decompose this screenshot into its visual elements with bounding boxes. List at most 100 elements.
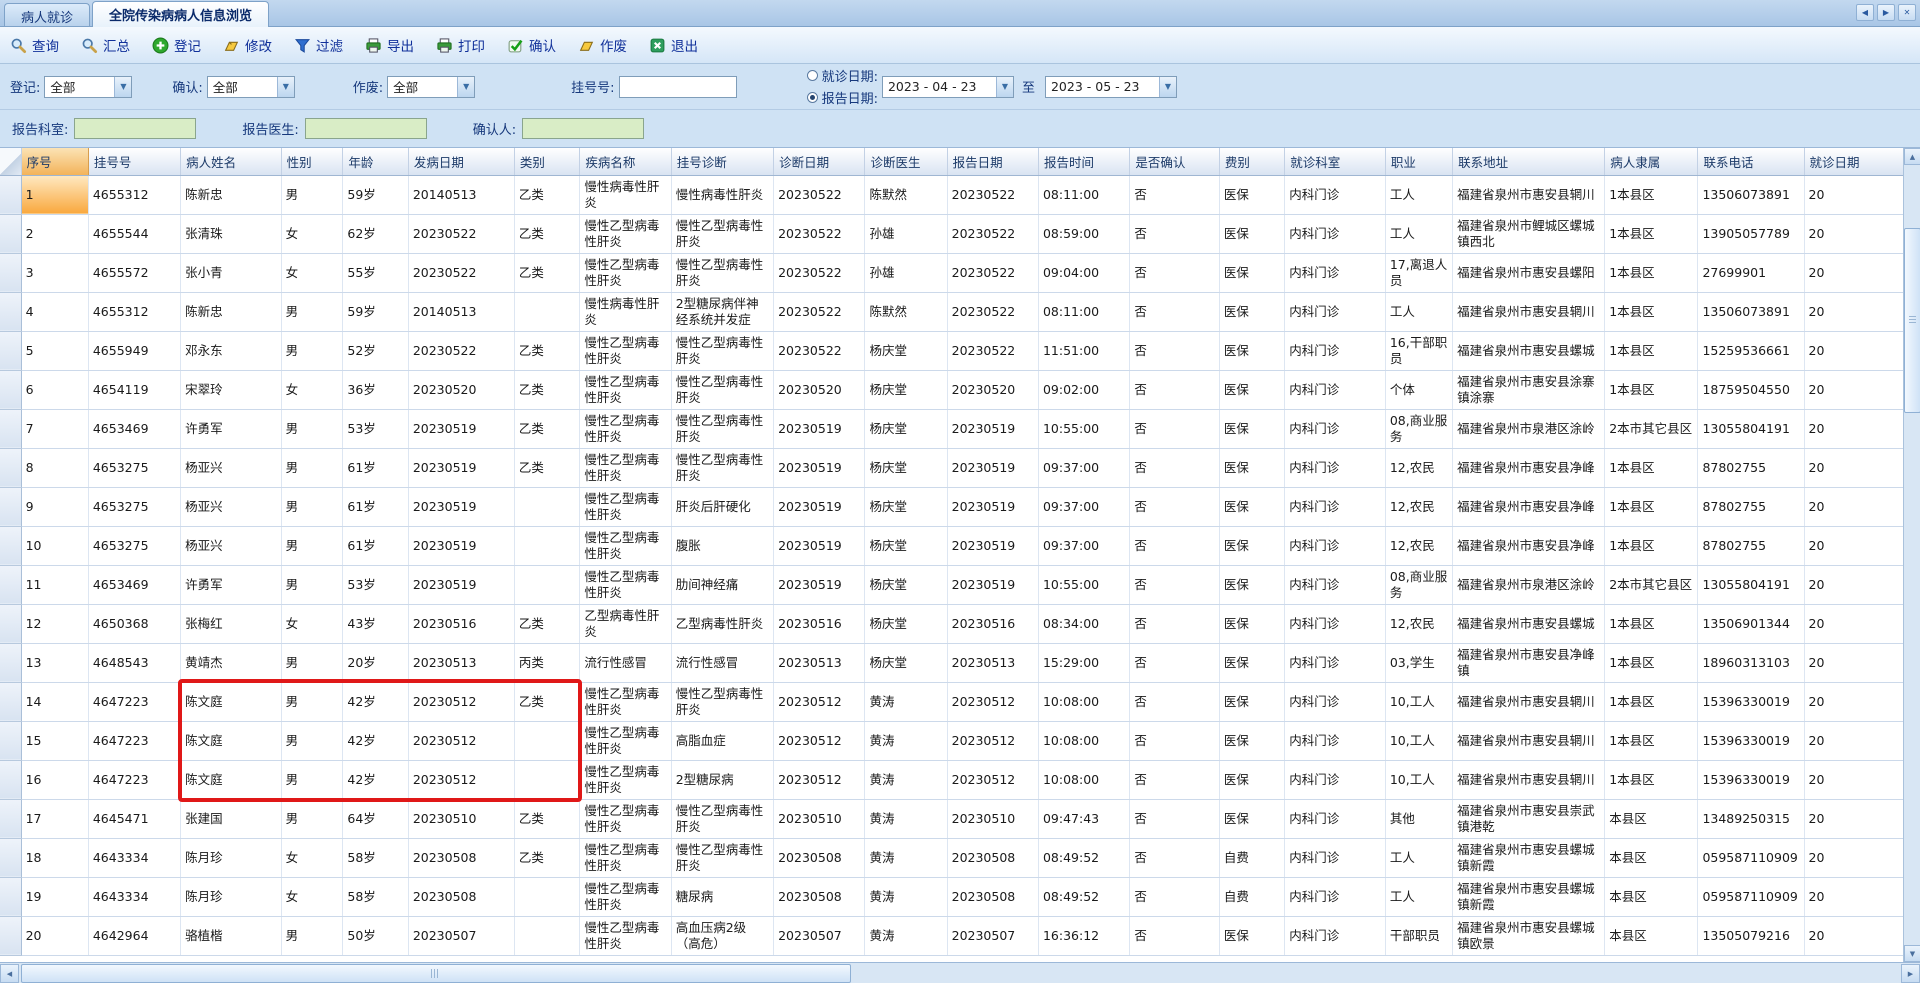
grid-cell[interactable]: 11:51:00 [1038, 331, 1131, 371]
column-header[interactable]: 病人姓名 [180, 148, 282, 176]
grid-cell[interactable]: 慢性病毒性肝炎 [579, 175, 672, 215]
grid-cell[interactable]: 杨庆堂 [864, 526, 948, 566]
row-selector[interactable] [0, 877, 22, 917]
grid-cell[interactable]: 1本县区 [1604, 214, 1699, 254]
row-selector[interactable] [0, 409, 22, 449]
grid-cell[interactable]: 20230519 [947, 526, 1039, 566]
grid-cell[interactable]: 13055804191 [1697, 409, 1805, 449]
row-selector[interactable] [0, 487, 22, 527]
grid-cell[interactable]: 肋间神经痛 [671, 565, 775, 605]
grid-cell[interactable]: 18 [21, 838, 89, 878]
grid-cell[interactable]: 否 [1129, 487, 1220, 527]
report-dept-input[interactable] [74, 118, 197, 139]
grid-cell[interactable]: 4655312 [88, 292, 182, 332]
grid-cell[interactable]: 4647223 [88, 721, 182, 761]
grid-cell[interactable]: 08:49:52 [1038, 877, 1131, 917]
grid-cell[interactable]: 10:55:00 [1038, 409, 1131, 449]
grid-cell[interactable]: 内科门诊 [1284, 838, 1386, 878]
column-header[interactable]: 诊断医生 [864, 148, 948, 176]
grid-cell[interactable]: 丙类 [514, 643, 581, 683]
grid-cell[interactable]: 医保 [1219, 175, 1286, 215]
grid-cell[interactable]: 杨庆堂 [864, 448, 948, 488]
column-header[interactable]: 联系电话 [1697, 148, 1805, 176]
grid-cell[interactable]: 医保 [1219, 799, 1286, 839]
grid-cell[interactable]: 男 [281, 487, 344, 527]
grid-cell[interactable]: 杨亚兴 [180, 487, 282, 527]
grid-cell[interactable]: 53岁 [342, 565, 409, 605]
grid-cell[interactable]: 否 [1129, 292, 1220, 332]
grid-cell[interactable]: 医保 [1219, 292, 1286, 332]
grid-cell[interactable]: 骆植楷 [180, 916, 282, 956]
chevron-down-icon[interactable]: ▼ [276, 76, 294, 97]
grid-cell[interactable]: 12,农民 [1385, 487, 1454, 527]
exit-button[interactable]: 退出 [649, 35, 698, 55]
grid-cell[interactable]: 20230513 [408, 643, 515, 683]
grid-cell[interactable]: 2型糖尿病伴神经系统并发症 [671, 292, 775, 332]
grid-cell[interactable]: 慢性乙型病毒性肝炎 [671, 409, 775, 449]
grid-cell[interactable]: 15259536661 [1697, 331, 1805, 371]
grid-cell[interactable]: 20230522 [947, 175, 1039, 215]
grid-cell[interactable]: 20230519 [773, 409, 866, 449]
grid-cell[interactable]: 13506073891 [1697, 292, 1805, 332]
grid-cell[interactable]: 高脂血症 [671, 721, 775, 761]
confirm-button[interactable]: 确认 [507, 35, 556, 55]
grid-cell[interactable]: 20230522 [947, 214, 1039, 254]
grid-cell[interactable] [514, 916, 581, 956]
grid-cell[interactable]: 4643334 [88, 877, 182, 917]
grid-cell[interactable]: 20230507 [408, 916, 515, 956]
grid-cell[interactable]: 黄涛 [864, 916, 948, 956]
grid-cell[interactable]: 杨庆堂 [864, 643, 948, 683]
grid-cell[interactable]: 内科门诊 [1284, 565, 1386, 605]
grid-cell[interactable]: 20230519 [408, 448, 515, 488]
grid-cell[interactable]: 否 [1129, 409, 1220, 449]
grid-cell[interactable]: 20230508 [408, 838, 515, 878]
grid-cell[interactable]: 2本市其它县区 [1604, 565, 1699, 605]
grid-cell[interactable]: 杨庆堂 [864, 604, 948, 644]
grid-cell[interactable]: 1本县区 [1604, 643, 1699, 683]
grid-cell[interactable]: 20230522 [947, 292, 1039, 332]
grid-cell[interactable]: 4648543 [88, 643, 182, 683]
grid-cell[interactable]: 20140513 [408, 175, 515, 215]
grid-cell[interactable]: 医保 [1219, 682, 1286, 722]
grid-cell[interactable]: 20230516 [947, 604, 1039, 644]
grid-cell[interactable]: 福建省泉州市惠安县净峰 [1452, 487, 1606, 527]
grid-cell[interactable]: 医保 [1219, 760, 1286, 800]
grid-cell[interactable]: 孙雄 [864, 253, 948, 293]
grid-cell[interactable]: 2本市其它县区 [1604, 409, 1699, 449]
tab-scroll-right-icon[interactable]: ▶ [1877, 4, 1895, 21]
grid-cell[interactable]: 12,农民 [1385, 604, 1454, 644]
grid-cell[interactable]: 其他 [1385, 799, 1454, 839]
grid-cell[interactable]: 3 [21, 253, 89, 293]
grid-cell[interactable]: 杨庆堂 [864, 409, 948, 449]
grid-cell[interactable]: 20230519 [408, 526, 515, 566]
column-header[interactable]: 报告日期 [947, 148, 1039, 176]
grid-cell[interactable]: 陈月珍 [180, 877, 282, 917]
row-selector[interactable] [0, 526, 22, 566]
grid-cell[interactable]: 20230510 [773, 799, 866, 839]
grid-cell[interactable]: 工人 [1385, 877, 1454, 917]
grid-cell[interactable]: 慢性乙型病毒性肝炎 [671, 448, 775, 488]
grid-cell[interactable]: 工人 [1385, 838, 1454, 878]
column-header[interactable]: 就诊科室 [1284, 148, 1386, 176]
grid-cell[interactable]: 福建省泉州市泉港区涂岭 [1452, 565, 1606, 605]
grid-cell[interactable]: 20230512 [408, 760, 515, 800]
grid-cell[interactable]: 17 [21, 799, 89, 839]
grid-cell[interactable]: 乙类 [514, 604, 581, 644]
grid-cell[interactable]: 本县区 [1604, 916, 1699, 956]
grid-cell[interactable]: 慢性病毒性肝炎 [671, 175, 775, 215]
grid-cell[interactable]: 20230508 [947, 838, 1039, 878]
registration-select[interactable]: 全部 ▼ [44, 75, 133, 98]
grid-cell[interactable]: 2型糖尿病 [671, 760, 775, 800]
grid-cell[interactable]: 52岁 [342, 331, 409, 371]
row-selector[interactable] [0, 175, 22, 215]
grid-cell[interactable]: 内科门诊 [1284, 409, 1386, 449]
grid-cell[interactable]: 59岁 [342, 175, 409, 215]
grid-cell[interactable]: 18960313103 [1697, 643, 1805, 683]
grid-cell[interactable]: 09:37:00 [1038, 487, 1131, 527]
grid-cell[interactable]: 11 [21, 565, 89, 605]
grid-cell[interactable]: 10,工人 [1385, 721, 1454, 761]
row-selector[interactable] [0, 799, 22, 839]
grid-cell[interactable]: 男 [281, 448, 344, 488]
grid-cell[interactable]: 4642964 [88, 916, 182, 956]
grid-cell[interactable]: 肝炎后肝硬化 [671, 487, 775, 527]
